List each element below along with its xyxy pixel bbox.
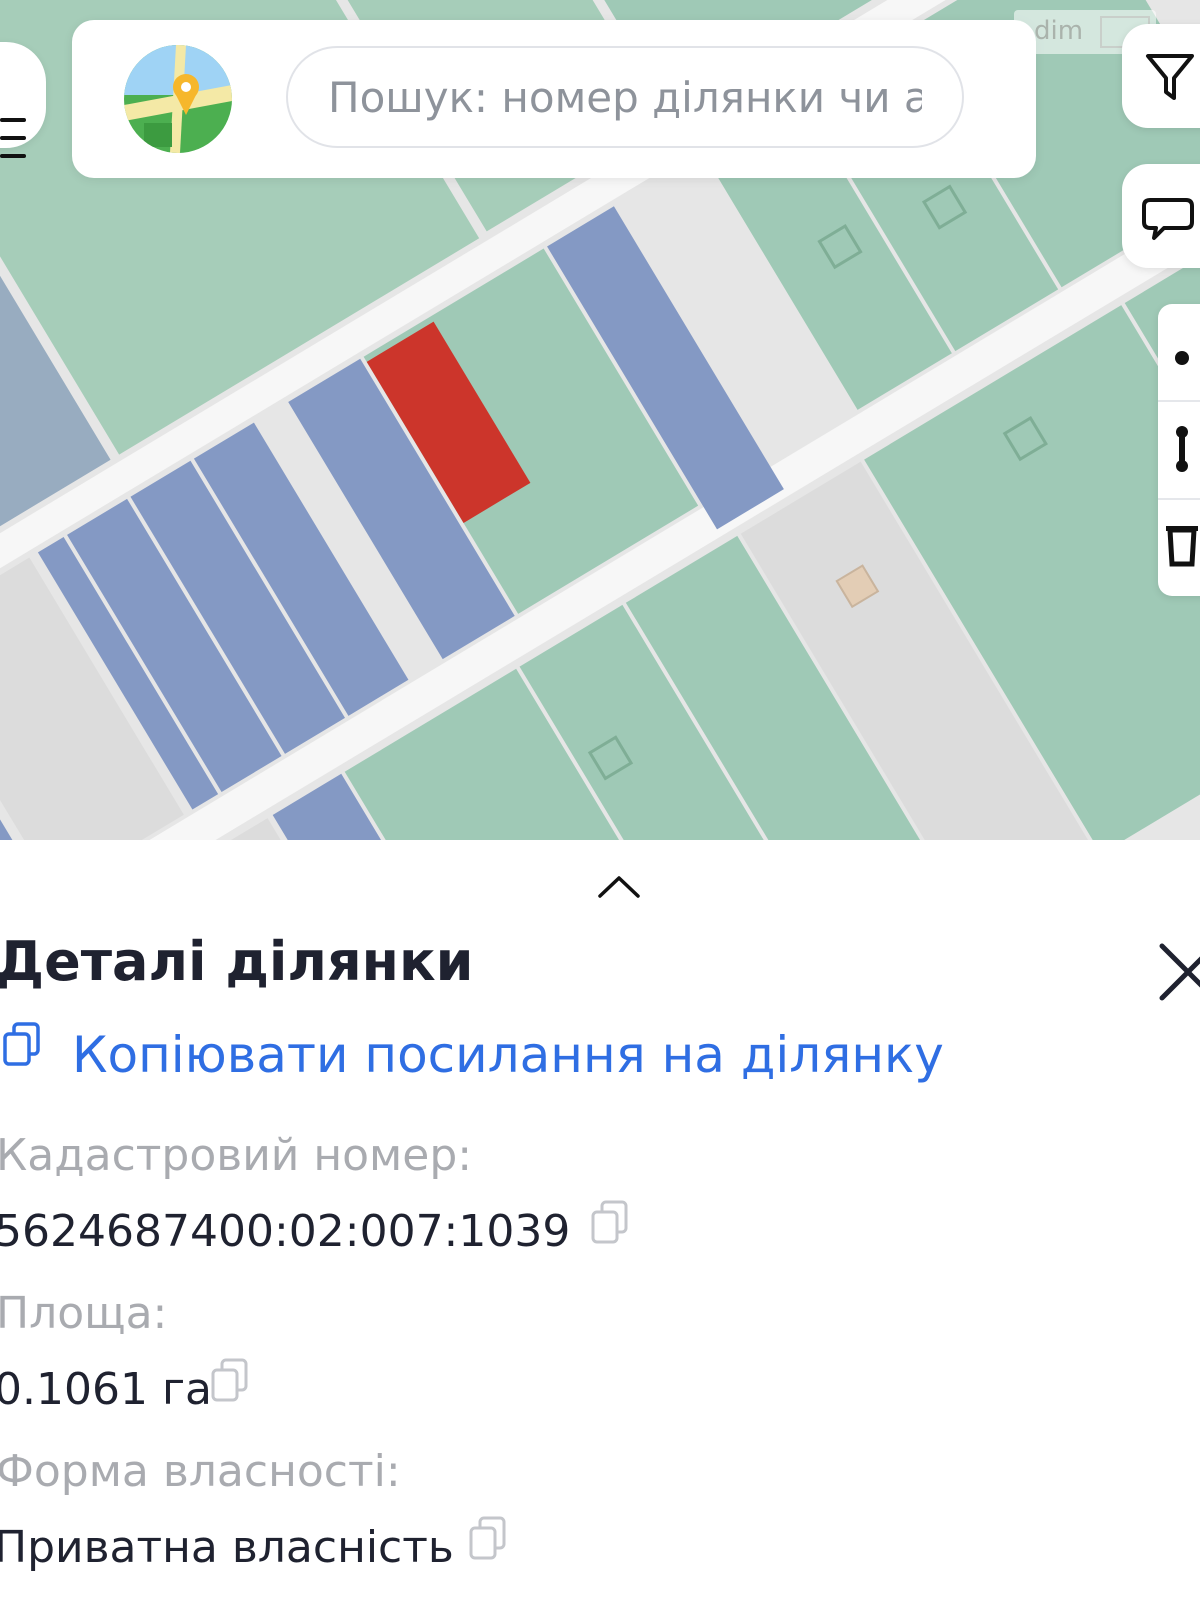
copy-link-label: Копіювати посилання на ділянку — [72, 1026, 944, 1084]
measure-distance-icon — [1176, 426, 1188, 472]
area-value: 0.1061 га — [0, 1364, 213, 1415]
chevron-up-icon[interactable] — [596, 872, 642, 902]
delete-icon — [1166, 526, 1198, 567]
ownership-label: Форма власності: — [0, 1446, 401, 1497]
search-card — [72, 20, 1036, 178]
comment-button[interactable] — [1122, 164, 1200, 268]
copy-icon — [3, 1022, 40, 1066]
area-label: Площа: — [0, 1288, 168, 1339]
copy-link-button[interactable]: Копіювати посилання на ділянку — [0, 1020, 960, 1090]
copy-icon[interactable] — [588, 1198, 632, 1248]
copy-icon[interactable] — [466, 1514, 510, 1564]
copy-icon[interactable] — [208, 1356, 252, 1406]
cadastral-number-value: 5624687400:02:007:1039 — [0, 1206, 571, 1257]
filter-button[interactable] — [1122, 24, 1200, 128]
panel-title: Деталі ділянки — [0, 930, 474, 993]
cadastral-number-label: Кадастровий номер: — [0, 1130, 473, 1181]
search-input[interactable] — [286, 46, 964, 148]
ownership-value: Приватна власність — [0, 1522, 454, 1573]
measure-tools — [1158, 304, 1200, 596]
menu-icon — [0, 118, 26, 122]
map-logo-icon[interactable] — [124, 45, 232, 153]
filter-icon — [1146, 54, 1194, 100]
measure-point-icon — [1175, 351, 1189, 365]
comment-icon — [1142, 198, 1194, 240]
measure-distance-button[interactable] — [1158, 402, 1200, 498]
delete-button[interactable] — [1158, 500, 1200, 596]
watermark-text: dim — [1034, 16, 1084, 46]
close-button[interactable] — [1158, 942, 1200, 1002]
menu-icon — [0, 154, 26, 158]
measure-point-button[interactable] — [1158, 304, 1200, 400]
close-icon — [1159, 943, 1200, 1001]
menu-icon — [0, 136, 26, 140]
